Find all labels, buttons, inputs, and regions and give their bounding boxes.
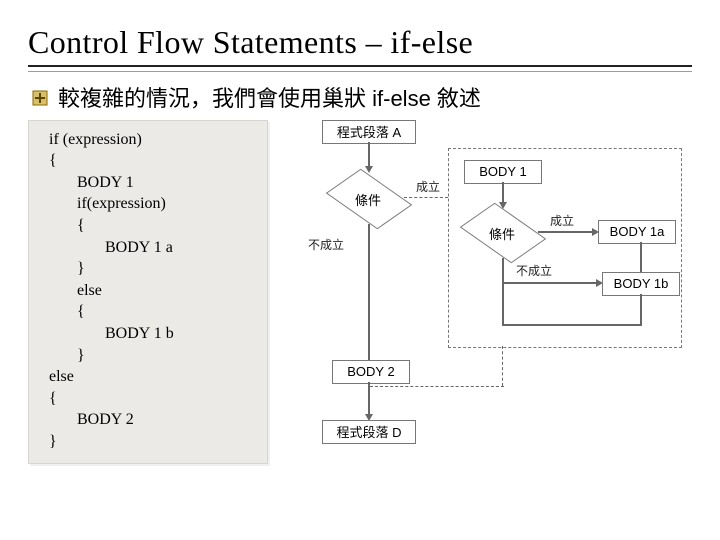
code-line: { (77, 301, 261, 323)
slide: Control Flow Statements – if-else 較複雜的情況… (0, 0, 720, 496)
bullet: 較複雜的情況，我們會使用巢狀 if-else 敘述 (32, 84, 692, 114)
bullet-text: 較複雜的情況，我們會使用巢狀 if-else 敘述 (58, 84, 481, 114)
page-title: Control Flow Statements – if-else (28, 24, 692, 61)
title-underline (28, 65, 692, 67)
label-false2: 不成立 (516, 262, 552, 279)
code-line: else (77, 280, 261, 302)
edge (502, 324, 642, 326)
edge (502, 258, 504, 282)
edge (368, 224, 370, 360)
code-line: if(expression) (77, 193, 261, 215)
edge (368, 382, 370, 416)
cond1-label: 條件 (346, 190, 390, 209)
edge (538, 231, 594, 233)
flow-body1: BODY 1 (464, 160, 542, 184)
flow-block-d: 程式段落 D (322, 420, 416, 444)
flow-body1a: BODY 1a (598, 220, 676, 244)
bullet-icon (32, 90, 48, 106)
code-line: } (49, 431, 261, 453)
accent-line (28, 69, 692, 72)
code-example: if (expression) { BODY 1 if(expression) … (28, 120, 268, 464)
code-line: BODY 1 (77, 172, 261, 194)
code-line: BODY 1 b (105, 323, 261, 345)
edge-dashed (404, 197, 448, 198)
edge-dashed (370, 386, 504, 387)
edge (640, 242, 642, 272)
code-line: if (expression) (49, 129, 261, 151)
label-true: 成立 (416, 178, 440, 195)
code-line: } (77, 258, 261, 280)
code-line: { (49, 150, 261, 172)
edge (502, 182, 504, 204)
code-line: BODY 1 a (105, 237, 261, 259)
code-line: { (49, 388, 261, 410)
code-line: else (49, 366, 261, 388)
edge (502, 282, 598, 284)
edge (368, 142, 370, 168)
flowchart: 程式段落 A 條件 成立 不成立 BODY 1 條件 (288, 120, 688, 480)
code-line: { (77, 215, 261, 237)
edge (502, 284, 504, 326)
label-true2: 成立 (550, 212, 574, 229)
label-false: 不成立 (308, 236, 344, 253)
flow-block-a: 程式段落 A (322, 120, 416, 144)
edge-dashed-v (502, 346, 503, 386)
flow-body1b: BODY 1b (602, 272, 680, 296)
code-line: } (77, 345, 261, 367)
cond2-label: 條件 (480, 224, 524, 243)
edge (640, 294, 642, 324)
flow-body2: BODY 2 (332, 360, 410, 384)
code-line: BODY 2 (77, 409, 261, 431)
content-row: if (expression) { BODY 1 if(expression) … (28, 120, 692, 480)
